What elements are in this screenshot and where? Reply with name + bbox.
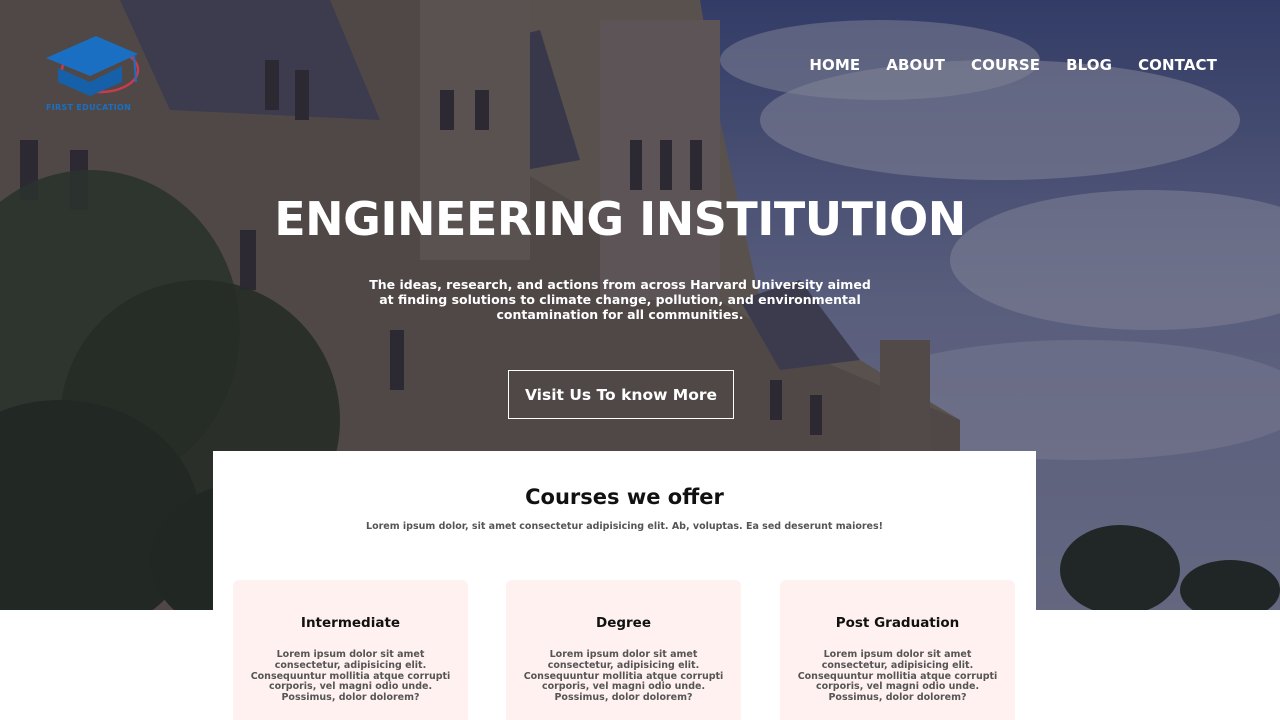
course-card-text: Lorem ipsum dolor sit amet consectetur, … [250, 649, 451, 704]
nav-about-link[interactable]: ABOUT [886, 56, 945, 74]
course-card-intermediate[interactable]: Intermediate Lorem ipsum dolor sit amet … [233, 580, 468, 720]
nav-home-link[interactable]: HOME [809, 56, 860, 74]
course-card-text: Lorem ipsum dolor sit amet consectetur, … [797, 649, 998, 704]
nav-contact-link[interactable]: CONTACT [1138, 56, 1217, 74]
courses-title: Courses we offer [525, 485, 724, 509]
logo-text: FIRST EDUCATION [46, 103, 132, 112]
hero-title: ENGINEERING INSTITUTION [274, 192, 966, 246]
visit-us-button[interactable]: Visit Us To know More [508, 370, 734, 419]
course-card-title: Post Graduation [835, 615, 960, 631]
courses-subtitle: Lorem ipsum dolor, sit amet consectetur … [366, 521, 883, 532]
course-card-title: Intermediate [300, 615, 401, 631]
course-card-degree[interactable]: Degree Lorem ipsum dolor sit amet consec… [506, 580, 741, 720]
course-card-text: Lorem ipsum dolor sit amet consectetur, … [523, 649, 724, 704]
nav-course-link[interactable]: COURSE [971, 56, 1040, 74]
course-card-post-graduation[interactable]: Post Graduation Lorem ipsum dolor sit am… [780, 580, 1015, 720]
course-card-title: Degree [596, 615, 651, 631]
hero-subtitle: The ideas, research, and actions from ac… [369, 277, 871, 322]
nav-blog-link[interactable]: BLOG [1066, 56, 1112, 74]
main-nav: HOME ABOUT COURSE BLOG CONTACT [809, 56, 1217, 74]
